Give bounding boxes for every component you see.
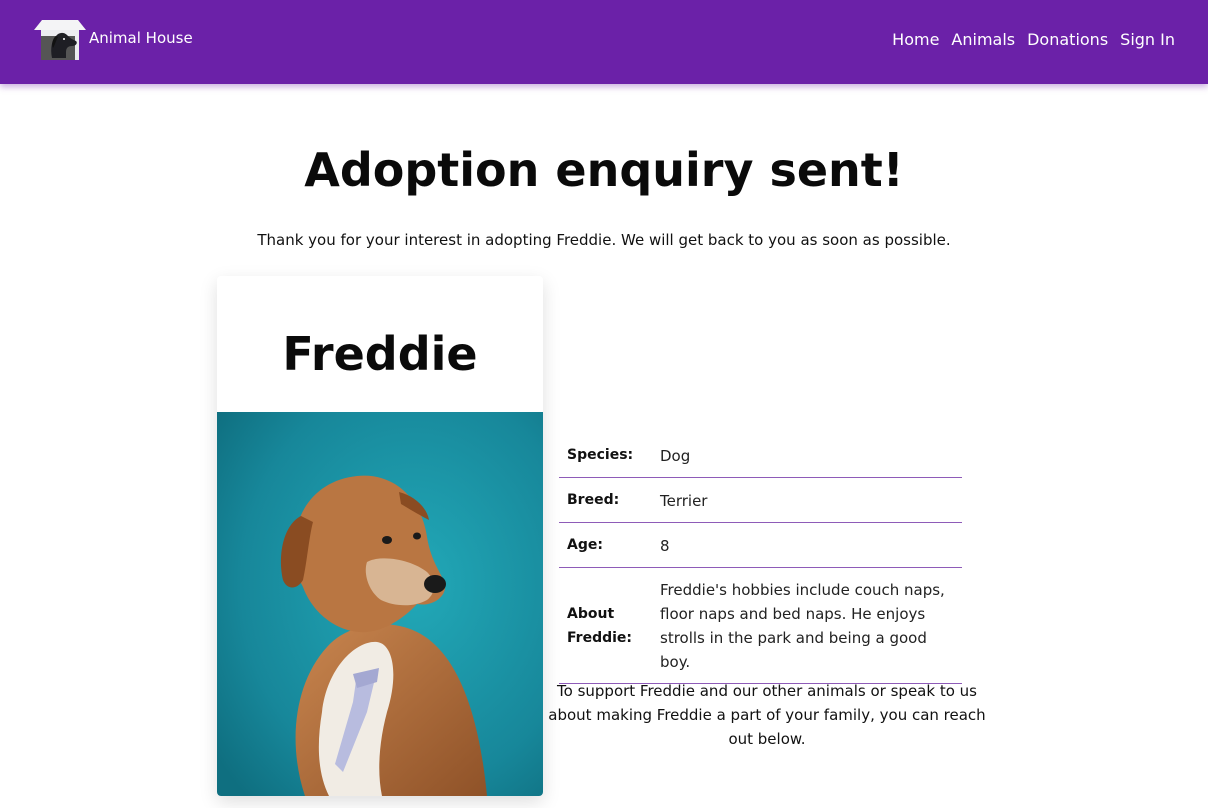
- animal-card: Freddie: [217, 276, 543, 796]
- species-label: Species:: [567, 447, 634, 463]
- nav-home-link[interactable]: Home: [892, 30, 939, 49]
- confirmation-message: Thank you for your interest in adopting …: [257, 231, 951, 249]
- nav-sign-in-link[interactable]: Sign In: [1120, 30, 1175, 49]
- nav-animals-link[interactable]: Animals: [951, 30, 1015, 49]
- nav-links: Home Animals Donations Sign In: [892, 30, 1175, 49]
- about-label: About Freddie:: [567, 605, 633, 646]
- species-value: Dog: [660, 446, 691, 465]
- breed-label: Breed:: [567, 492, 620, 508]
- table-row: Species: Dog: [559, 433, 962, 478]
- top-navbar: Animal House Home Animals Donations Sign…: [0, 0, 1208, 84]
- brand-name: Animal House: [89, 29, 193, 47]
- age-value: 8: [660, 536, 670, 555]
- table-row: Age: 8: [559, 523, 962, 568]
- breed-value: Terrier: [660, 491, 708, 510]
- age-label: Age:: [567, 537, 603, 553]
- support-message: To support Freddie and our other animals…: [548, 682, 986, 748]
- dog-photo: [217, 412, 543, 796]
- about-value: Freddie's hobbies include couch naps, fl…: [660, 581, 945, 671]
- page-title: Adoption enquiry sent!: [304, 143, 904, 197]
- table-row: Breed: Terrier: [559, 478, 962, 523]
- dog-house-logo-icon: [34, 20, 86, 60]
- brand-link[interactable]: Animal House: [32, 18, 193, 62]
- animal-details-table: Species: Dog Breed: Terrier Age: 8 About…: [559, 433, 962, 684]
- animal-name: Freddie: [282, 327, 478, 381]
- nav-donations-link[interactable]: Donations: [1027, 30, 1108, 49]
- table-row: About Freddie: Freddie's hobbies include…: [559, 568, 962, 684]
